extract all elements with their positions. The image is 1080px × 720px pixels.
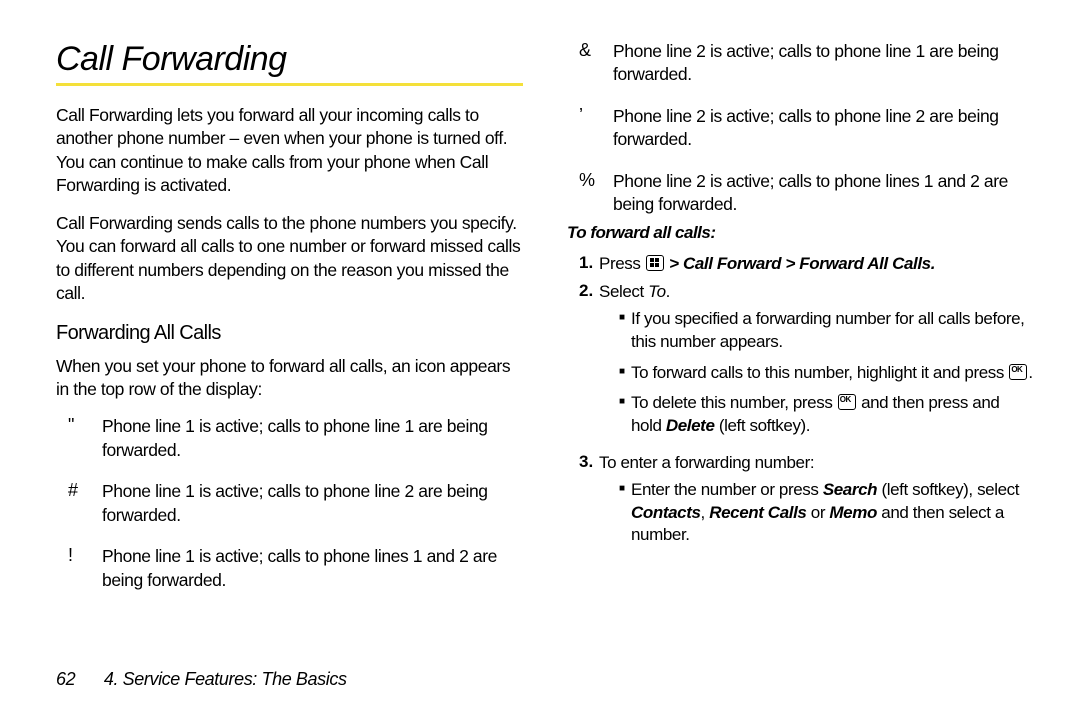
sub-list: ■ If you specified a forwarding number f… [619, 308, 1034, 438]
sub-text: To delete this number, press and then pr… [631, 392, 1034, 438]
step-number: 2. [579, 281, 599, 446]
title-underline [56, 83, 523, 86]
ok-key-icon [838, 394, 856, 410]
icon-legend-row: " Phone line 1 is active; calls to phone… [68, 415, 523, 462]
legend-symbol: ! [68, 545, 102, 567]
bullet-icon: ■ [619, 362, 631, 385]
page-number: 62 [56, 669, 75, 689]
step-text: Select To. ■ If you specified a forwardi… [599, 281, 1034, 446]
icon-legend-row: ’ Phone line 2 is active; calls to phone… [579, 105, 1034, 152]
sub-item: ■ To forward calls to this number, highl… [619, 362, 1034, 385]
step-3: 3. To enter a forwarding number: ■ Enter… [579, 452, 1034, 555]
ok-key-icon [1009, 364, 1027, 380]
legend-description: Phone line 1 is active; calls to phone l… [102, 415, 523, 462]
legend-description: Phone line 1 is active; calls to phone l… [102, 480, 523, 527]
legend-description: Phone line 2 is active; calls to phone l… [613, 105, 1034, 152]
sub-text: Enter the number or press Search (left s… [631, 479, 1034, 547]
sub-item: ■ To delete this number, press and then … [619, 392, 1034, 438]
legend-symbol: & [579, 40, 613, 62]
page-footer: 62 4. Service Features: The Basics [56, 669, 347, 690]
icon-legend-row: ! Phone line 1 is active; calls to phone… [68, 545, 523, 592]
legend-description: Phone line 2 is active; calls to phone l… [613, 40, 1034, 87]
legend-description: Phone line 2 is active; calls to phone l… [613, 170, 1034, 217]
section-heading: Forwarding All Calls [56, 322, 523, 345]
step-text: To enter a forwarding number: ■ Enter th… [599, 452, 1034, 555]
icon-legend-row: # Phone line 1 is active; calls to phone… [68, 480, 523, 527]
step-text: Press > Call Forward > Forward All Calls… [599, 253, 935, 276]
sub-text: To forward calls to this number, highlig… [631, 362, 1033, 385]
step-1: 1. Press > Call Forward > Forward All Ca… [579, 253, 1034, 276]
legend-description: Phone line 1 is active; calls to phone l… [102, 545, 523, 592]
instruction-heading: To forward all calls: [567, 223, 1034, 243]
bullet-icon: ■ [619, 308, 631, 354]
sub-item: ■ Enter the number or press Search (left… [619, 479, 1034, 547]
legend-symbol: " [68, 415, 102, 437]
legend-symbol: % [579, 170, 613, 192]
step-number: 3. [579, 452, 599, 555]
sub-text: If you specified a forwarding number for… [631, 308, 1034, 354]
page-title: Call Forwarding [56, 40, 523, 79]
intro-paragraph-1: Call Forwarding lets you forward all you… [56, 104, 523, 198]
intro-paragraph-2: Call Forwarding sends calls to the phone… [56, 212, 523, 306]
legend-symbol: # [68, 480, 102, 502]
sub-item: ■ If you specified a forwarding number f… [619, 308, 1034, 354]
two-column-body: Call Forwarding Call Forwarding lets you… [56, 40, 1034, 650]
step-list: 1. Press > Call Forward > Forward All Ca… [579, 253, 1034, 555]
icon-legend-row: & Phone line 2 is active; calls to phone… [579, 40, 1034, 87]
sub-list: ■ Enter the number or press Search (left… [619, 479, 1034, 547]
icon-legend-row: % Phone line 2 is active; calls to phone… [579, 170, 1034, 217]
step-number: 1. [579, 253, 599, 276]
step-2: 2. Select To. ■ If you specified a forwa… [579, 281, 1034, 446]
bullet-icon: ■ [619, 392, 631, 438]
menu-key-icon [646, 255, 664, 271]
chapter-title: 4. Service Features: The Basics [104, 669, 347, 689]
legend-symbol: ’ [579, 105, 613, 127]
bullet-icon: ■ [619, 479, 631, 547]
section-intro: When you set your phone to forward all c… [56, 355, 523, 402]
manual-page: Call Forwarding Call Forwarding lets you… [0, 0, 1080, 720]
